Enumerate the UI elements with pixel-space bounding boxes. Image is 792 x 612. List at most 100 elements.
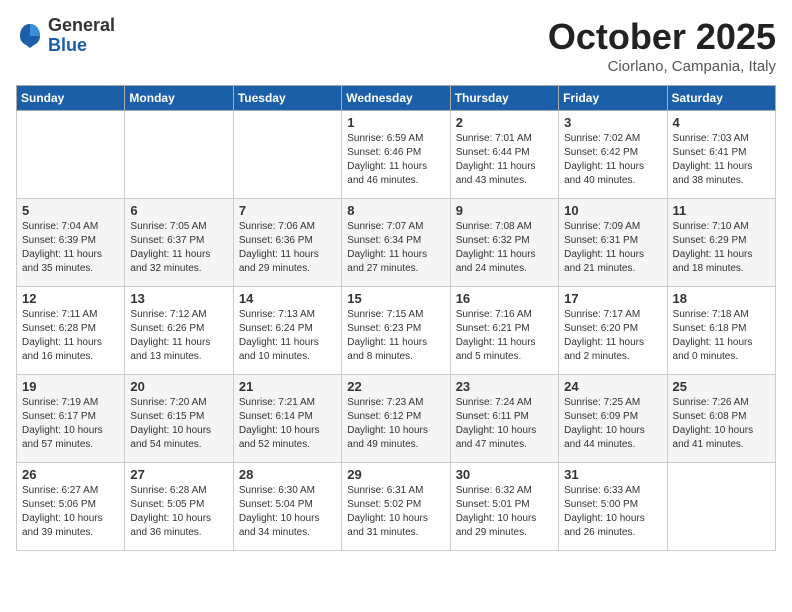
calendar-cell: 11 Sunrise: 7:10 AM Sunset: 6:29 PM Dayli… bbox=[667, 199, 775, 287]
day-number: 5 bbox=[22, 203, 119, 218]
calendar-cell: 24 Sunrise: 7:25 AM Sunset: 6:09 PM Dayli… bbox=[559, 375, 667, 463]
day-detail: Sunrise: 6:28 AM Sunset: 5:05 PM Dayligh… bbox=[130, 484, 227, 540]
calendar-cell: 17Sunrise: 7:17 AM Sunset: 6:20 PM Dayli… bbox=[559, 287, 667, 375]
day-number: 30 bbox=[456, 467, 553, 482]
day-detail: Sunrise: 7:12 AM Sunset: 6:26 PM Dayligh… bbox=[130, 308, 227, 364]
calendar-cell: 15 Sunrise: 7:15 AM Sunset: 6:23 PM Dayli… bbox=[342, 287, 450, 375]
calendar-cell: 23Sunrise: 7:24 AM Sunset: 6:11 PM Dayli… bbox=[450, 375, 558, 463]
calendar-week-1: 1Sunrise: 6:59 AM Sunset: 6:46 PM Daylig… bbox=[17, 111, 776, 199]
calendar-cell: 2Sunrise: 7:01 AM Sunset: 6:44 PM Daylig… bbox=[450, 111, 558, 199]
calendar-cell: 12Sunrise: 7:11 AM Sunset: 6:28 PM Dayli… bbox=[17, 287, 125, 375]
calendar-cell: 10 Sunrise: 7:09 AM Sunset: 6:31 PM Dayli… bbox=[559, 199, 667, 287]
calendar-cell: 8 Sunrise: 7:07 AM Sunset: 6:34 PM Daylig… bbox=[342, 199, 450, 287]
calendar-cell: 19 Sunrise: 7:19 AM Sunset: 6:17 PM Dayli… bbox=[17, 375, 125, 463]
calendar-cell: 3 Sunrise: 7:02 AM Sunset: 6:42 PM Daylig… bbox=[559, 111, 667, 199]
day-detail: Sunrise: 6:27 AM Sunset: 5:06 PM Dayligh… bbox=[22, 484, 119, 540]
calendar-cell: 13Sunrise: 7:12 AM Sunset: 6:26 PM Dayli… bbox=[125, 287, 233, 375]
day-detail: Sunrise: 7:09 AM Sunset: 6:31 PM Dayligh… bbox=[564, 220, 661, 276]
logo-general-text: General bbox=[48, 16, 115, 36]
calendar-cell: 20 Sunrise: 7:20 AM Sunset: 6:15 PM Dayli… bbox=[125, 375, 233, 463]
day-detail: Sunrise: 7:11 AM Sunset: 6:28 PM Dayligh… bbox=[22, 308, 119, 364]
calendar-cell: 4Sunrise: 7:03 AM Sunset: 6:41 PM Daylig… bbox=[667, 111, 775, 199]
calendar-week-5: 26 Sunrise: 6:27 AM Sunset: 5:06 PM Dayli… bbox=[17, 463, 776, 551]
calendar-cell: 18 Sunrise: 7:18 AM Sunset: 6:18 PM Dayli… bbox=[667, 287, 775, 375]
page-header: General Blue October 2025 Ciorlano, Camp… bbox=[16, 16, 776, 75]
calendar-cell: 14 Sunrise: 7:13 AM Sunset: 6:24 PM Dayli… bbox=[233, 287, 341, 375]
day-number: 24 bbox=[564, 379, 661, 394]
day-number: 19 bbox=[22, 379, 119, 394]
day-detail: Sunrise: 7:23 AM Sunset: 6:12 PM Dayligh… bbox=[347, 396, 444, 452]
calendar-cell: 31 Sunrise: 6:33 AM Sunset: 5:00 PM Dayli… bbox=[559, 463, 667, 551]
day-number: 10 bbox=[564, 203, 661, 218]
day-detail: Sunrise: 6:32 AM Sunset: 5:01 PM Dayligh… bbox=[456, 484, 553, 540]
calendar-cell: 16Sunrise: 7:16 AM Sunset: 6:21 PM Dayli… bbox=[450, 287, 558, 375]
day-number: 29 bbox=[347, 467, 444, 482]
day-number: 22 bbox=[347, 379, 444, 394]
col-header-sunday: Sunday bbox=[17, 86, 125, 111]
calendar-cell: 21Sunrise: 7:21 AM Sunset: 6:14 PM Dayli… bbox=[233, 375, 341, 463]
calendar-week-3: 12Sunrise: 7:11 AM Sunset: 6:28 PM Dayli… bbox=[17, 287, 776, 375]
day-detail: Sunrise: 7:20 AM Sunset: 6:15 PM Dayligh… bbox=[130, 396, 227, 452]
day-detail: Sunrise: 7:26 AM Sunset: 6:08 PM Dayligh… bbox=[673, 396, 770, 452]
day-number: 20 bbox=[130, 379, 227, 394]
day-number: 9 bbox=[456, 203, 553, 218]
day-detail: Sunrise: 7:17 AM Sunset: 6:20 PM Dayligh… bbox=[564, 308, 661, 364]
day-detail: Sunrise: 7:10 AM Sunset: 6:29 PM Dayligh… bbox=[673, 220, 770, 276]
calendar-cell: 26 Sunrise: 6:27 AM Sunset: 5:06 PM Dayli… bbox=[17, 463, 125, 551]
col-header-tuesday: Tuesday bbox=[233, 86, 341, 111]
day-detail: Sunrise: 7:02 AM Sunset: 6:42 PM Dayligh… bbox=[564, 132, 661, 188]
day-number: 14 bbox=[239, 291, 336, 306]
calendar-table: SundayMondayTuesdayWednesdayThursdayFrid… bbox=[16, 85, 776, 551]
calendar-cell bbox=[125, 111, 233, 199]
day-number: 27 bbox=[130, 467, 227, 482]
calendar-cell: 27 Sunrise: 6:28 AM Sunset: 5:05 PM Dayli… bbox=[125, 463, 233, 551]
day-number: 28 bbox=[239, 467, 336, 482]
day-detail: Sunrise: 7:01 AM Sunset: 6:44 PM Dayligh… bbox=[456, 132, 553, 188]
day-number: 26 bbox=[22, 467, 119, 482]
day-detail: Sunrise: 7:07 AM Sunset: 6:34 PM Dayligh… bbox=[347, 220, 444, 276]
title-block: October 2025 Ciorlano, Campania, Italy bbox=[548, 16, 776, 75]
day-detail: Sunrise: 7:13 AM Sunset: 6:24 PM Dayligh… bbox=[239, 308, 336, 364]
col-header-friday: Friday bbox=[559, 86, 667, 111]
col-header-saturday: Saturday bbox=[667, 86, 775, 111]
calendar-cell: 1Sunrise: 6:59 AM Sunset: 6:46 PM Daylig… bbox=[342, 111, 450, 199]
day-number: 31 bbox=[564, 467, 661, 482]
calendar-week-4: 19 Sunrise: 7:19 AM Sunset: 6:17 PM Dayli… bbox=[17, 375, 776, 463]
day-detail: Sunrise: 7:08 AM Sunset: 6:32 PM Dayligh… bbox=[456, 220, 553, 276]
day-number: 4 bbox=[673, 115, 770, 130]
calendar-week-2: 5 Sunrise: 7:04 AM Sunset: 6:39 PM Daylig… bbox=[17, 199, 776, 287]
day-number: 15 bbox=[347, 291, 444, 306]
day-number: 7 bbox=[239, 203, 336, 218]
day-number: 23 bbox=[456, 379, 553, 394]
day-detail: Sunrise: 6:30 AM Sunset: 5:04 PM Dayligh… bbox=[239, 484, 336, 540]
day-number: 11 bbox=[673, 203, 770, 218]
location: Ciorlano, Campania, Italy bbox=[548, 58, 776, 75]
col-header-thursday: Thursday bbox=[450, 86, 558, 111]
day-number: 6 bbox=[130, 203, 227, 218]
calendar-cell bbox=[667, 463, 775, 551]
day-detail: Sunrise: 7:19 AM Sunset: 6:17 PM Dayligh… bbox=[22, 396, 119, 452]
calendar-cell bbox=[233, 111, 341, 199]
day-detail: Sunrise: 6:31 AM Sunset: 5:02 PM Dayligh… bbox=[347, 484, 444, 540]
calendar-cell bbox=[17, 111, 125, 199]
day-detail: Sunrise: 7:15 AM Sunset: 6:23 PM Dayligh… bbox=[347, 308, 444, 364]
calendar-header: SundayMondayTuesdayWednesdayThursdayFrid… bbox=[17, 86, 776, 111]
day-detail: Sunrise: 7:05 AM Sunset: 6:37 PM Dayligh… bbox=[130, 220, 227, 276]
calendar-cell: 5 Sunrise: 7:04 AM Sunset: 6:39 PM Daylig… bbox=[17, 199, 125, 287]
day-number: 18 bbox=[673, 291, 770, 306]
day-detail: Sunrise: 7:18 AM Sunset: 6:18 PM Dayligh… bbox=[673, 308, 770, 364]
logo-blue-text: Blue bbox=[48, 36, 115, 56]
logo: General Blue bbox=[16, 16, 115, 56]
calendar-cell: 7Sunrise: 7:06 AM Sunset: 6:36 PM Daylig… bbox=[233, 199, 341, 287]
day-number: 16 bbox=[456, 291, 553, 306]
col-header-monday: Monday bbox=[125, 86, 233, 111]
day-number: 3 bbox=[564, 115, 661, 130]
day-number: 8 bbox=[347, 203, 444, 218]
day-detail: Sunrise: 7:04 AM Sunset: 6:39 PM Dayligh… bbox=[22, 220, 119, 276]
month-title: October 2025 bbox=[548, 16, 776, 58]
day-detail: Sunrise: 6:33 AM Sunset: 5:00 PM Dayligh… bbox=[564, 484, 661, 540]
calendar-cell: 28 Sunrise: 6:30 AM Sunset: 5:04 PM Dayli… bbox=[233, 463, 341, 551]
calendar-cell: 25Sunrise: 7:26 AM Sunset: 6:08 PM Dayli… bbox=[667, 375, 775, 463]
calendar-cell: 29 Sunrise: 6:31 AM Sunset: 5:02 PM Dayli… bbox=[342, 463, 450, 551]
day-detail: Sunrise: 7:25 AM Sunset: 6:09 PM Dayligh… bbox=[564, 396, 661, 452]
